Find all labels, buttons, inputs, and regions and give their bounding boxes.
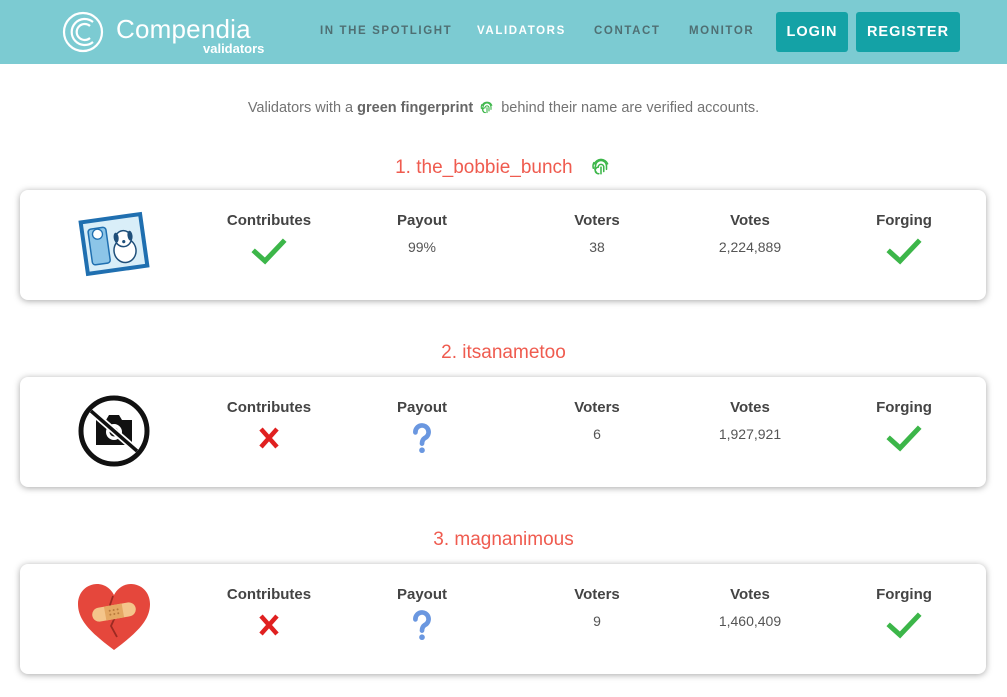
votes-label: Votes — [730, 586, 770, 603]
voters-column: Voters 6 — [527, 399, 667, 442]
forging-label: Forging — [876, 586, 932, 603]
register-button[interactable]: REGISTER — [856, 12, 960, 52]
brand-subtitle: validators — [203, 41, 265, 56]
votes-column: Votes 1,927,921 — [680, 399, 820, 442]
fingerprint-icon — [592, 158, 609, 175]
votes-value: 1,460,409 — [718, 613, 782, 629]
no-camera-icon — [78, 395, 150, 467]
votes-column: Votes 2,224,889 — [680, 212, 820, 255]
notice-text-bold: green fingerprint — [357, 100, 474, 116]
navbar: Compendia validators IN THE SPOTLIGHT VA… — [0, 0, 1007, 64]
check-icon — [251, 238, 287, 265]
question-icon — [413, 423, 431, 454]
nav-link-monitor[interactable]: MONITOR — [689, 25, 754, 37]
verification-notice: Validators with a green fingerprint behi… — [0, 99, 1007, 116]
forging-column: Forging — [834, 212, 974, 267]
forging-column: Forging — [834, 586, 974, 641]
payout-value: 99% — [407, 239, 437, 255]
dog-picture-icon — [78, 211, 150, 277]
validator-card[interactable]: Contributes Payout Voters 9 Votes 1,460,… — [20, 564, 986, 674]
votes-label: Votes — [730, 399, 770, 416]
check-icon — [886, 238, 922, 265]
voters-label: Voters — [574, 399, 620, 416]
validator-card[interactable]: Contributes Payout Voters 6 Votes 1,927,… — [20, 377, 986, 487]
voters-column: Voters 9 — [527, 586, 667, 629]
nav-link-validators[interactable]: VALIDATORS — [477, 25, 566, 37]
votes-column: Votes 1,460,409 — [680, 586, 820, 629]
contributes-column: Contributes — [199, 212, 339, 267]
forging-label: Forging — [876, 212, 932, 229]
notice-text-before: Validators with a — [247, 100, 358, 116]
validator-name[interactable]: 1. the_bobbie_bunch — [395, 157, 573, 178]
contributes-label: Contributes — [226, 399, 312, 416]
voters-value: 38 — [589, 239, 605, 255]
nav-link-in-the-spotlight[interactable]: IN THE SPOTLIGHT — [320, 25, 452, 37]
contributes-label: Contributes — [226, 586, 312, 603]
fingerprint-icon — [480, 101, 493, 114]
notice-text-after: behind their name are verified accounts. — [497, 100, 760, 116]
brand-logo[interactable]: Compendia validators — [62, 8, 282, 58]
payout-column: Payout — [352, 399, 492, 454]
bandaged-heart-icon — [78, 584, 150, 650]
validator-name[interactable]: 2. itsanametoo — [441, 342, 566, 363]
cross-icon — [259, 427, 279, 449]
question-icon — [413, 610, 431, 641]
payout-label: Payout — [396, 399, 447, 416]
check-icon — [886, 612, 922, 639]
votes-label: Votes — [730, 212, 770, 229]
voters-label: Voters — [574, 586, 620, 603]
nav-link-contact[interactable]: CONTACT — [594, 25, 661, 37]
voters-value: 6 — [593, 426, 601, 442]
voters-column: Voters 38 — [527, 212, 667, 255]
compendia-logo-icon — [62, 11, 104, 53]
login-button[interactable]: LOGIN — [776, 12, 848, 52]
cross-icon — [259, 614, 279, 636]
votes-value: 1,927,921 — [718, 426, 782, 442]
payout-label: Payout — [396, 586, 447, 603]
voters-value: 9 — [593, 613, 601, 629]
validator-title[interactable]: 2. itsanametoo — [0, 342, 1007, 364]
forging-column: Forging — [834, 399, 974, 454]
check-icon — [886, 425, 922, 452]
contributes-label: Contributes — [226, 212, 312, 229]
payout-column: Payout 99% — [352, 212, 492, 255]
contributes-column: Contributes — [199, 586, 339, 641]
voters-label: Voters — [574, 212, 620, 229]
payout-label: Payout — [396, 212, 447, 229]
validator-name[interactable]: 3. magnanimous — [433, 529, 573, 550]
payout-column: Payout — [352, 586, 492, 641]
validator-card[interactable]: Contributes Payout 99% Voters 38 Votes 2… — [20, 190, 986, 300]
validator-title[interactable]: 3. magnanimous — [0, 529, 1007, 551]
votes-value: 2,224,889 — [718, 239, 782, 255]
validator-title[interactable]: 1. the_bobbie_bunch — [0, 155, 1007, 179]
forging-label: Forging — [876, 399, 932, 416]
contributes-column: Contributes — [199, 399, 339, 454]
